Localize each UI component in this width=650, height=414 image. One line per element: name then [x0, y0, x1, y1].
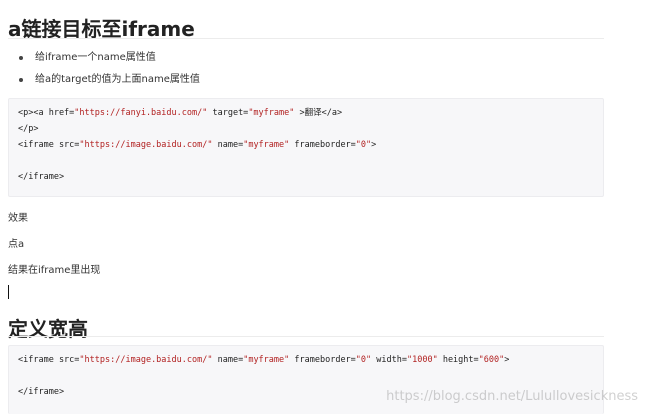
- code-token: <iframe src=: [18, 140, 80, 150]
- heading-divider: [8, 336, 604, 337]
- code-string: "myframe": [248, 108, 295, 118]
- code-string: "0": [355, 355, 372, 365]
- code-string: "600": [478, 355, 505, 365]
- code-string: "0": [355, 140, 372, 150]
- code-token: <iframe src=: [18, 355, 80, 365]
- heading-divider: [8, 38, 604, 39]
- code-token: <p><a href=: [18, 108, 75, 118]
- code-string: "myframe": [243, 140, 290, 150]
- bullet-list: 给iframe一个name属性值 给a的target的值为上面name属性值: [8, 47, 200, 91]
- code-token: frameborder=: [289, 355, 356, 365]
- code-token: </iframe>: [18, 172, 65, 182]
- code-token: </iframe>: [18, 387, 65, 397]
- paragraph-click-a: 点a: [8, 239, 25, 250]
- watermark: https://blog.csdn.net/Lulullovesickness: [386, 389, 638, 404]
- code-string: "myframe": [243, 355, 290, 365]
- section-heading-define-size: 定义宽高: [8, 317, 88, 341]
- list-item: 给a的target的值为上面name属性值: [19, 69, 200, 91]
- code-block-1: <p><a href="https://fanyi.baidu.com/" ta…: [8, 98, 604, 197]
- code-token: width=: [371, 355, 407, 365]
- code-string: "1000": [406, 355, 438, 365]
- code-token: >: [371, 140, 377, 150]
- code-string: "https://fanyi.baidu.com/": [74, 108, 208, 118]
- text-cursor[interactable]: [8, 285, 9, 299]
- code-string: "https://image.baidu.com/": [79, 140, 213, 150]
- list-item: 给iframe一个name属性值: [19, 47, 200, 69]
- paragraph-effect: 效果: [8, 213, 28, 224]
- paragraph-result: 结果在iframe里出现: [8, 265, 101, 276]
- code-token: frameborder=: [289, 140, 356, 150]
- code-token: >: [504, 355, 510, 365]
- code-token: height=: [437, 355, 479, 365]
- code-token: name=: [212, 140, 244, 150]
- code-token: name=: [212, 355, 244, 365]
- code-token: target=: [207, 108, 249, 118]
- code-token: </p>: [18, 124, 39, 134]
- code-token: >翻译</a>: [294, 108, 343, 118]
- code-string: "https://image.baidu.com/": [79, 355, 213, 365]
